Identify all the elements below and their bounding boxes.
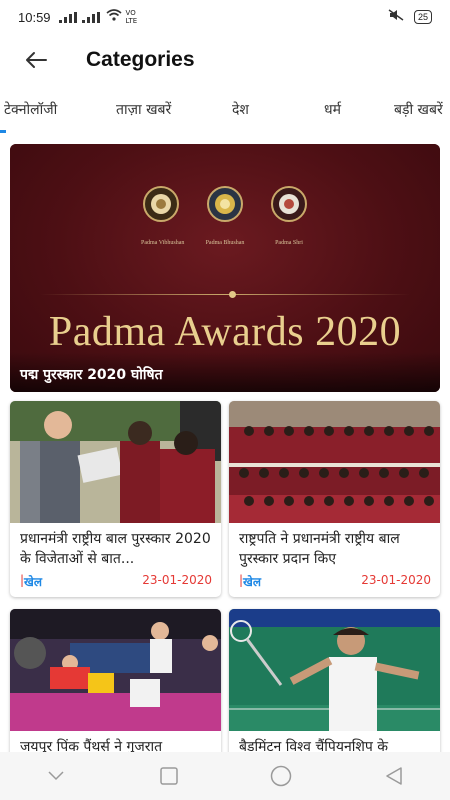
news-card-image — [229, 401, 440, 523]
medal-bhushan: Padma Bhushan — [205, 182, 245, 246]
news-card-date: 23-01-2020 — [361, 573, 431, 587]
medal-vibhushan: Padma Vibhushan — [141, 182, 185, 246]
featured-image-text: Padma Awards 2020 — [48, 309, 402, 355]
medal-icon — [271, 186, 307, 222]
mute-icon — [388, 9, 404, 25]
nav-home-button[interactable] — [256, 756, 306, 796]
medal-label: Padma Shri — [275, 240, 303, 246]
nav-collapse-button[interactable] — [31, 756, 81, 796]
featured-divider — [40, 294, 410, 295]
battery-indicator: 25 — [413, 10, 432, 24]
tab-religion[interactable]: धर्म — [324, 100, 341, 119]
tab-latest-news[interactable]: ताज़ा खबरें — [116, 100, 171, 119]
medal-label: Padma Bhushan — [205, 240, 245, 246]
volte-label: VO LTE — [125, 9, 138, 25]
medal-icon — [143, 186, 179, 222]
tab-technology[interactable]: टेक्नोलॉजी — [4, 100, 57, 119]
tab-country[interactable]: देश — [232, 100, 249, 119]
page-title: Categories — [86, 48, 195, 71]
status-bar: 10:59 VO LTE 25 — [0, 0, 450, 34]
arrow-left-icon — [26, 52, 47, 68]
wifi-icon — [106, 9, 122, 25]
category-tabs: टेक्नोलॉजी ताज़ा खबरें देश धर्म बड़ी खबर… — [0, 90, 450, 134]
status-time: 10:59 — [18, 9, 51, 25]
news-card-meta: | खेल 23-01-2020 — [20, 573, 212, 590]
news-card-title: प्रधानमंत्री राष्ट्रीय बाल पुरस्कार 2020… — [20, 531, 211, 567]
news-card-title: राष्ट्रपति ने प्रधानमंत्री राष्ट्रीय बाल… — [239, 531, 400, 567]
news-card-meta: | खेल 23-01-2020 — [239, 573, 431, 590]
news-card-image — [10, 609, 221, 731]
system-nav-bar — [0, 752, 450, 800]
news-card[interactable]: राष्ट्रपति ने प्रधानमंत्री राष्ट्रीय बाल… — [229, 401, 440, 597]
tab-indicator — [0, 130, 6, 133]
featured-divider-dot — [229, 291, 236, 298]
circle-icon — [271, 765, 292, 787]
news-card-image — [229, 609, 440, 731]
news-card-category: खेल — [243, 575, 261, 589]
chevron-down-icon — [48, 771, 64, 781]
medal-icon — [207, 186, 243, 222]
back-button[interactable] — [14, 38, 58, 82]
news-card[interactable]: बैडमिंटन विश्व चैंपियनशिप के — [229, 609, 440, 759]
nav-recents-button[interactable] — [144, 756, 194, 796]
news-card-date: 23-01-2020 — [142, 573, 212, 587]
square-icon — [160, 767, 178, 785]
news-card[interactable]: प्रधानमंत्री राष्ट्रीय बाल पुरस्कार 2020… — [10, 401, 221, 597]
news-card[interactable]: जयपुर पिंक पैंथर्स ने गुजरात — [10, 609, 221, 759]
triangle-back-icon — [386, 767, 402, 785]
nav-back-button[interactable] — [369, 756, 419, 796]
medal-shri: Padma Shri — [269, 182, 309, 246]
medal-row: Padma Vibhushan Padma Bhushan Padma Shri — [10, 182, 440, 246]
news-card-category: खेल — [24, 575, 42, 589]
news-card-image — [10, 401, 221, 523]
signal-icon — [58, 11, 100, 23]
app-header: Categories — [0, 38, 450, 82]
featured-caption: पद्म पुरस्कार 2020 घोषित — [20, 367, 163, 383]
medal-label: Padma Vibhushan — [141, 240, 185, 246]
tab-top-news[interactable]: बड़ी खबरें — [394, 100, 443, 119]
featured-news-card[interactable]: Padma Vibhushan Padma Bhushan Padma Shri… — [10, 144, 440, 392]
